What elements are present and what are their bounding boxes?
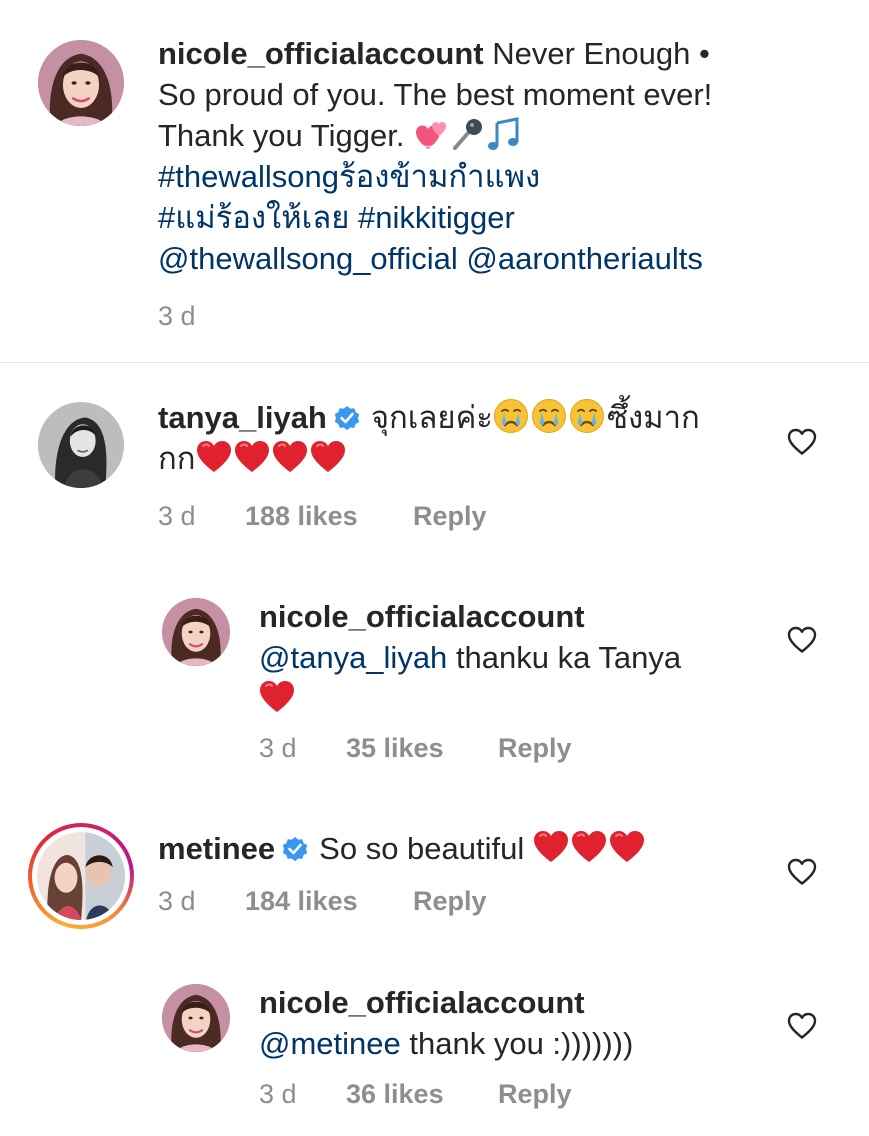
comment-timestamp: 3 d (259, 733, 297, 763)
caption-line-6: @thewallsong_official @aarontheriaults (158, 238, 818, 279)
avatar[interactable] (38, 40, 124, 126)
revolving-hearts-icon (415, 117, 449, 151)
caption-text: nicole_officialaccount Never Enough • So… (158, 33, 818, 279)
avatar-image (38, 402, 124, 488)
comment-timestamp: 3 d (158, 886, 196, 916)
comment-line-1: nicole_officialaccount (259, 982, 759, 1023)
comment-body: thanku ka Tanya (455, 640, 682, 675)
verified-badge-icon (281, 835, 309, 863)
music-notes-icon (487, 117, 521, 151)
likes-count[interactable]: 188 likes (245, 500, 358, 532)
crying-face-icon (493, 398, 529, 434)
avatar-image (162, 598, 230, 666)
caption-thanks: Thank you Tigger. (158, 118, 405, 153)
divider (0, 362, 869, 363)
comment-body: So so beautiful (319, 831, 525, 866)
microphone-icon (451, 117, 485, 151)
caption-title: Never Enough • (492, 36, 710, 71)
mention-link[interactable]: @tanya_liyah (259, 640, 447, 675)
red-heart-icon (196, 440, 232, 474)
like-heart-icon[interactable] (787, 1012, 817, 1040)
reply-button[interactable]: Reply (498, 1078, 572, 1110)
like-heart-icon[interactable] (787, 428, 817, 456)
comment-line-2: กก (158, 438, 768, 479)
comment-username[interactable]: tanya_liyah (158, 400, 327, 435)
comments-screen: nicole_officialaccount Never Enough • So… (0, 0, 869, 1136)
caption-line-5: #แม่ร้องให้เลย #nikkitigger (158, 197, 818, 238)
like-heart-icon[interactable] (787, 626, 817, 654)
avatar-image (38, 40, 124, 126)
mention-link[interactable]: @aarontheriaults (466, 241, 703, 276)
caption-username[interactable]: nicole_officialaccount (158, 36, 484, 71)
comment-line-2: @tanya_liyah thanku ka Tanya (259, 637, 759, 678)
avatar-image (162, 984, 230, 1052)
comment-username[interactable]: nicole_officialaccount (259, 599, 585, 634)
comment-timestamp: 3 d (158, 501, 196, 531)
hashtag-link[interactable]: #nikkitigger (358, 200, 515, 235)
comment-line-3 (259, 678, 759, 719)
avatar[interactable] (162, 984, 230, 1052)
red-heart-icon (234, 440, 270, 474)
comment-line-2: @metinee thank you :))))))) (259, 1023, 759, 1064)
mention-link[interactable]: @metinee (259, 1026, 401, 1061)
comment-username[interactable]: nicole_officialaccount (259, 985, 585, 1020)
hashtag-link[interactable]: #แม่ร้องให้เลย (158, 200, 349, 235)
avatar-image (37, 832, 125, 920)
red-heart-icon (310, 440, 346, 474)
avatar[interactable] (37, 832, 125, 920)
like-heart-icon[interactable] (787, 858, 817, 886)
comment-body-end: ซึ้งมาก (606, 400, 700, 435)
avatar[interactable] (162, 598, 230, 666)
crying-face-icon (531, 398, 567, 434)
caption-line-4: #thewallsongร้องข้ามกำแพง (158, 156, 818, 197)
comment-username[interactable]: metinee (158, 831, 275, 866)
comment-text: metinee So so beautiful (158, 828, 768, 869)
caption-line-1: nicole_officialaccount Never Enough • (158, 33, 818, 74)
red-heart-icon (533, 830, 569, 864)
comment-body-start: จุกเลยค่ะ (370, 400, 493, 435)
comment-line-1: nicole_officialaccount (259, 596, 759, 637)
comment-line-1: tanya_liyah จุกเลยค่ะ ซึ้งมาก (158, 397, 768, 438)
comment-text: nicole_officialaccount @tanya_liyah than… (259, 596, 759, 719)
hashtag-link[interactable]: #thewallsongร้องข้ามกำแพง (158, 159, 540, 194)
red-heart-icon (609, 830, 645, 864)
comment-body: thank you :))))))) (409, 1026, 634, 1061)
comment-body-line2: กก (158, 441, 196, 476)
reply-button[interactable]: Reply (413, 500, 487, 532)
comment-line-1: metinee So so beautiful (158, 828, 768, 869)
likes-count[interactable]: 35 likes (346, 732, 444, 764)
caption-timestamp: 3 d (158, 301, 196, 331)
verified-badge-icon (333, 404, 361, 432)
caption-line-3: Thank you Tigger. (158, 115, 818, 156)
reply-button[interactable]: Reply (498, 732, 572, 764)
red-heart-icon (259, 680, 295, 714)
mention-link[interactable]: @thewallsong_official (158, 241, 458, 276)
avatar[interactable] (38, 402, 124, 488)
reply-button[interactable]: Reply (413, 885, 487, 917)
red-heart-icon (272, 440, 308, 474)
likes-count[interactable]: 184 likes (245, 885, 358, 917)
comment-timestamp: 3 d (259, 1079, 297, 1109)
likes-count[interactable]: 36 likes (346, 1078, 444, 1110)
red-heart-icon (571, 830, 607, 864)
comment-text: tanya_liyah จุกเลยค่ะ ซึ้งมาก กก (158, 397, 768, 479)
caption-line-2: So proud of you. The best moment ever! (158, 77, 713, 112)
crying-face-icon (569, 398, 605, 434)
comment-text: nicole_officialaccount @metinee thank yo… (259, 982, 759, 1064)
